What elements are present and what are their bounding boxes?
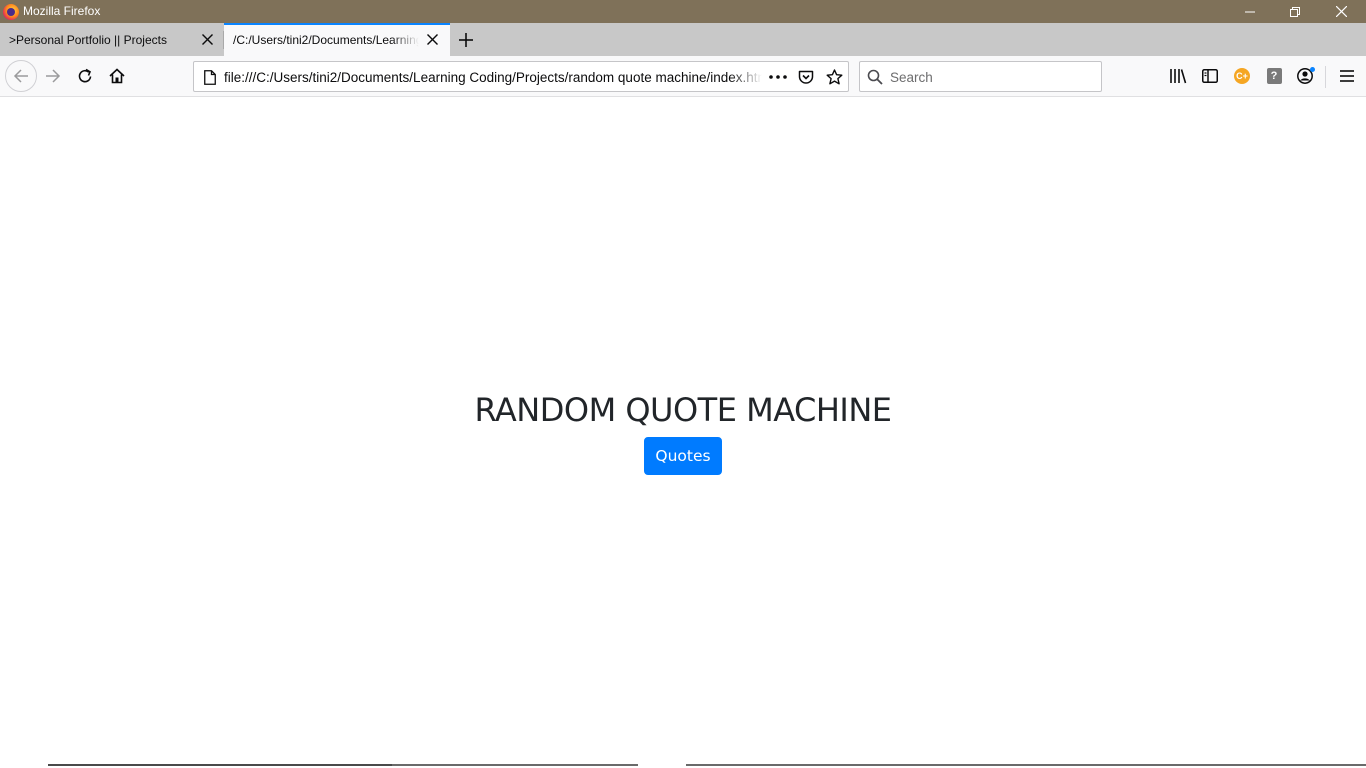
tab-personal-portfolio[interactable]: >Personal Portfolio || Projects: [0, 23, 224, 56]
page-heading: RANDOM QUOTE MACHINE: [474, 391, 892, 429]
extension-help-icon[interactable]: ?: [1262, 64, 1286, 88]
address-bar[interactable]: file:///C:/Users/tini2/Documents/Learnin…: [193, 61, 849, 92]
url-text[interactable]: file:///C:/Users/tini2/Documents/Learnin…: [224, 70, 762, 85]
window-title: Mozilla Firefox: [23, 4, 101, 18]
quotes-button[interactable]: Quotes: [644, 437, 722, 475]
navigation-toolbar: file:///C:/Users/tini2/Documents/Learnin…: [0, 56, 1366, 97]
bookmark-star-icon[interactable]: [823, 67, 845, 87]
account-icon[interactable]: [1294, 64, 1318, 88]
close-tab-icon[interactable]: [199, 31, 215, 47]
page-icon: [202, 69, 218, 85]
restore-button[interactable]: [1272, 0, 1318, 23]
new-tab-button[interactable]: [455, 29, 477, 51]
minimize-button[interactable]: [1227, 0, 1273, 23]
menu-icon[interactable]: [1335, 64, 1359, 88]
close-window-button[interactable]: [1318, 0, 1364, 23]
pocket-icon[interactable]: [795, 67, 817, 87]
window-titlebar: Mozilla Firefox: [0, 0, 1366, 23]
taskbar-edge: [48, 764, 392, 766]
forward-button[interactable]: [38, 61, 68, 91]
extension-c-icon[interactable]: C+: [1230, 64, 1254, 88]
tab-strip: >Personal Portfolio || Projects /C:/User…: [0, 23, 1366, 56]
toolbar-divider: [1325, 66, 1326, 88]
search-input[interactable]: [890, 68, 1090, 86]
tab-random-quote-machine[interactable]: /C:/Users/tini2/Documents/Learning Codin…: [224, 23, 450, 56]
search-icon: [867, 69, 883, 85]
firefox-logo-icon: [3, 4, 19, 20]
home-button[interactable]: [102, 61, 132, 91]
library-icon[interactable]: [1166, 64, 1190, 88]
page-content: RANDOM QUOTE MACHINE Quotes: [0, 97, 1366, 768]
tab-label: /C:/Users/tini2/Documents/Learning Codin…: [233, 33, 419, 47]
back-button[interactable]: [5, 60, 37, 92]
taskbar-edge: [686, 764, 1366, 766]
close-tab-icon[interactable]: [424, 31, 440, 47]
taskbar-edge: [392, 764, 638, 766]
reload-button[interactable]: [70, 61, 100, 91]
tab-label: >Personal Portfolio || Projects: [9, 33, 167, 47]
search-bar[interactable]: [859, 61, 1102, 92]
page-actions-icon[interactable]: [767, 67, 789, 87]
sidebar-icon[interactable]: [1198, 64, 1222, 88]
